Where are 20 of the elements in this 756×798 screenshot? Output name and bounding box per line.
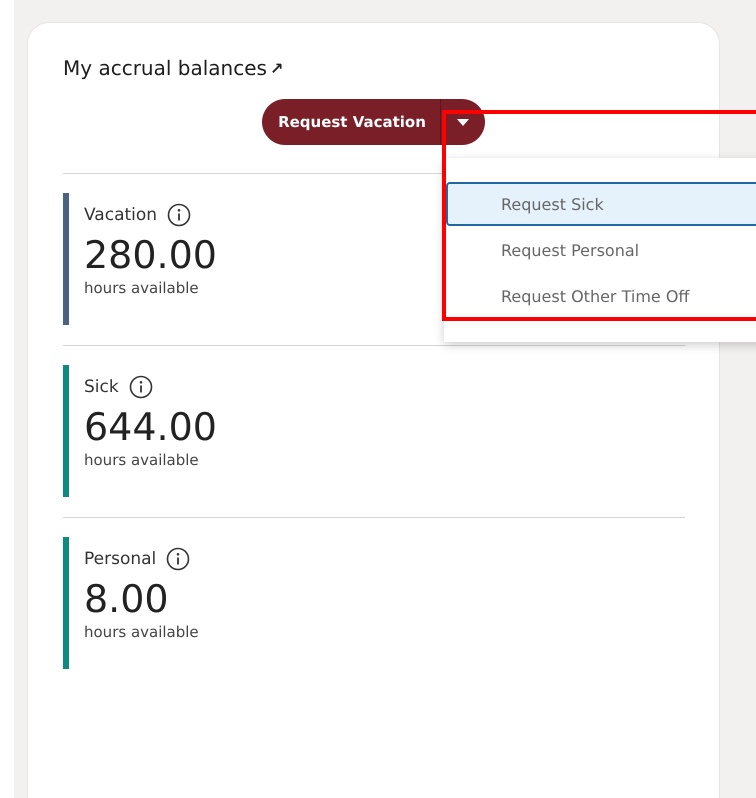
balance-unit: hours available — [84, 622, 199, 641]
balance-name: Personal — [84, 549, 156, 569]
request-vacation-label[interactable]: Request Vacation — [262, 113, 440, 131]
info-icon[interactable] — [128, 375, 153, 399]
info-icon[interactable] — [166, 547, 190, 571]
info-icon[interactable] — [167, 203, 192, 227]
caret-icon — [456, 118, 469, 126]
menu-item[interactable]: Request Sick — [446, 182, 756, 226]
balance-value: 280.00 — [84, 235, 217, 277]
menu-item[interactable]: Request Other Time Off — [446, 274, 756, 318]
menu-item[interactable]: Request Personal — [446, 228, 756, 272]
balance-unit: hours available — [84, 278, 199, 297]
balance-unit: hours available — [84, 450, 199, 469]
card-title[interactable]: My accrual balances — [63, 56, 267, 80]
balance-value: 8.00 — [84, 579, 169, 621]
external-link-icon[interactable]: ↗ — [270, 58, 284, 78]
balance-name: Sick — [84, 377, 119, 397]
balance-value: 644.00 — [84, 407, 217, 449]
balance-name: Vacation — [84, 205, 158, 225]
request-button[interactable]: Request Vacation — [262, 99, 485, 145]
